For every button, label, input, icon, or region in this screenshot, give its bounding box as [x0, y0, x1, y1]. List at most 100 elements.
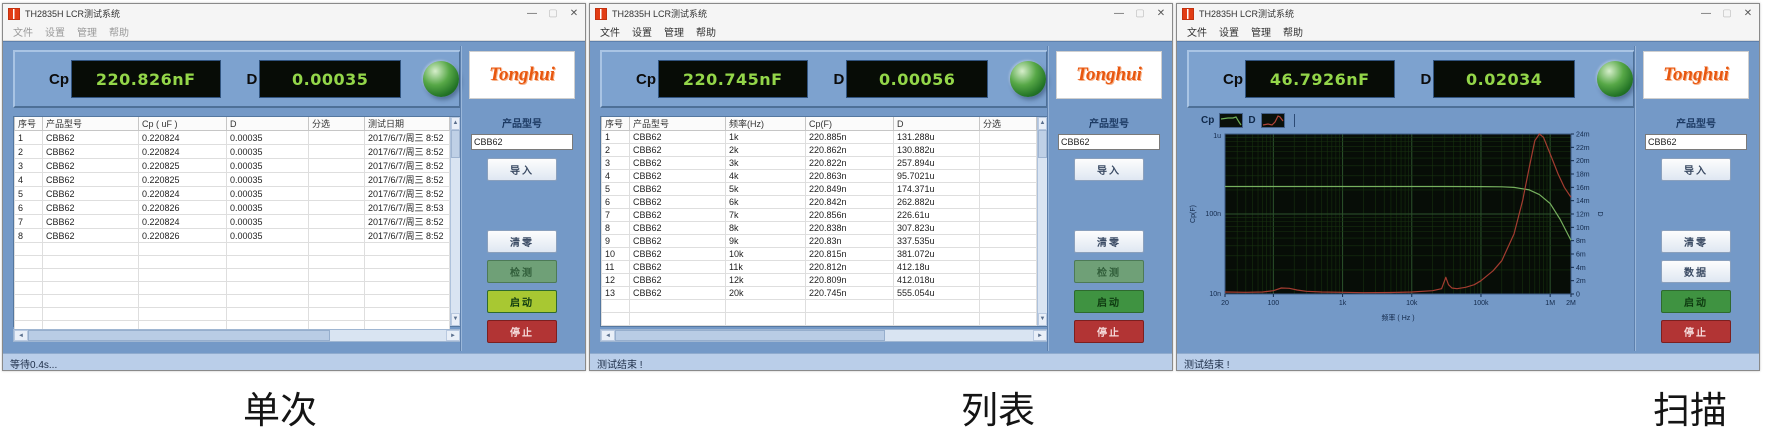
table-row[interactable] — [601, 299, 1037, 313]
scroll-up-icon[interactable]: ▲ — [1038, 117, 1047, 130]
column-header[interactable]: 分选 — [308, 117, 365, 131]
table-row[interactable]: 1 CBB62 0.220824 0.00035 2017/6/7/周三 8:52 — [14, 130, 450, 145]
start-button[interactable]: 启动 — [487, 290, 557, 313]
cp-curve-icon[interactable] — [1219, 113, 1244, 128]
table-row[interactable]: 10 CBB62 10k 220.815n 381.072u — [601, 247, 1037, 261]
column-header[interactable]: 序号 — [14, 117, 43, 131]
menu-help[interactable]: 帮助 — [1277, 24, 1309, 39]
scrollbar-thumb[interactable] — [1038, 130, 1047, 158]
scroll-right-icon[interactable]: ► — [446, 330, 460, 341]
start-button[interactable]: 启动 — [1074, 290, 1144, 313]
table-row[interactable] — [14, 281, 450, 295]
vertical-scrollbar[interactable]: ▲ ▼ — [450, 117, 460, 326]
maximize-icon[interactable]: ▢ — [1134, 8, 1146, 19]
table-row[interactable]: 2 CBB62 2k 220.862n 130.882u — [601, 143, 1037, 157]
scroll-down-icon[interactable]: ▼ — [451, 313, 460, 326]
column-header[interactable]: D — [893, 117, 980, 131]
product-model-input[interactable] — [471, 134, 573, 150]
table-row[interactable] — [14, 307, 450, 321]
zero-button[interactable]: 清零 — [1661, 230, 1731, 253]
close-icon[interactable]: ✕ — [1742, 8, 1754, 19]
tab-cp-label[interactable]: Cp — [1201, 115, 1214, 126]
menu-manage[interactable]: 管理 — [71, 24, 103, 39]
d-curve-icon[interactable] — [1260, 113, 1285, 128]
zero-button[interactable]: 清零 — [1074, 230, 1144, 253]
scrollbar-thumb[interactable] — [28, 330, 330, 341]
table-row[interactable]: 8 CBB62 8k 220.838n 307.823u — [601, 221, 1037, 235]
stop-button[interactable]: 停止 — [1661, 320, 1731, 343]
detect-button[interactable]: 检测 — [487, 260, 557, 283]
table-row[interactable]: 7 CBB62 7k 220.856n 226.61u — [601, 208, 1037, 222]
table-row[interactable] — [601, 312, 1037, 326]
menu-settings[interactable]: 设置 — [39, 24, 71, 39]
zero-button[interactable]: 清零 — [487, 230, 557, 253]
menu-settings[interactable]: 设置 — [1213, 24, 1245, 39]
table-row[interactable] — [14, 242, 450, 256]
table-row[interactable]: 9 CBB62 9k 220.83n 337.535u — [601, 234, 1037, 248]
horizontal-scrollbar[interactable]: ◄ ► — [13, 329, 461, 342]
vertical-scrollbar[interactable]: ▲ ▼ — [1037, 117, 1047, 326]
column-header[interactable]: D — [226, 117, 309, 131]
menu-manage[interactable]: 管理 — [658, 24, 690, 39]
menu-file[interactable]: 文件 — [7, 24, 39, 39]
table-row[interactable]: 7 CBB62 0.220824 0.00035 2017/6/7/周三 8:52 — [14, 214, 450, 229]
table-row[interactable] — [14, 294, 450, 308]
table-row[interactable] — [14, 268, 450, 282]
table-row[interactable]: 3 CBB62 0.220825 0.00035 2017/6/7/周三 8:52 — [14, 158, 450, 173]
product-model-input[interactable] — [1645, 134, 1747, 150]
horizontal-scrollbar[interactable]: ◄ ► — [600, 329, 1048, 342]
menu-settings[interactable]: 设置 — [626, 24, 658, 39]
table-row[interactable]: 4 CBB62 4k 220.863n 95.7021u — [601, 169, 1037, 183]
import-button[interactable]: 导入 — [1074, 158, 1144, 181]
import-button[interactable]: 导入 — [487, 158, 557, 181]
minimize-icon[interactable]: — — [1700, 8, 1712, 19]
scroll-down-icon[interactable]: ▼ — [1038, 313, 1047, 326]
scroll-right-icon[interactable]: ► — [1033, 330, 1047, 341]
table-row[interactable]: 5 CBB62 0.220824 0.00035 2017/6/7/周三 8:52 — [14, 186, 450, 201]
minimize-icon[interactable]: — — [1113, 8, 1125, 19]
table-row[interactable]: 13 CBB62 20k 220.745n 555.054u — [601, 286, 1037, 300]
table-row[interactable]: 5 CBB62 5k 220.849n 174.371u — [601, 182, 1037, 196]
table-row[interactable]: 12 CBB62 12k 220.809n 412.018u — [601, 273, 1037, 287]
menu-help[interactable]: 帮助 — [103, 24, 135, 39]
import-button[interactable]: 导入 — [1661, 158, 1731, 181]
stop-button[interactable]: 停止 — [1074, 320, 1144, 343]
close-icon[interactable]: ✕ — [568, 8, 580, 19]
column-header[interactable]: 分选 — [979, 117, 1037, 131]
table-row[interactable]: 8 CBB62 0.220826 0.00035 2017/6/7/周三 8:52 — [14, 228, 450, 243]
scroll-left-icon[interactable]: ◄ — [14, 330, 28, 341]
scroll-up-icon[interactable]: ▲ — [451, 117, 460, 130]
table-row[interactable]: 3 CBB62 3k 220.822n 257.894u — [601, 156, 1037, 170]
table-row[interactable]: 6 CBB62 0.220826 0.00035 2017/6/7/周三 8:53 — [14, 200, 450, 215]
scroll-left-icon[interactable]: ◄ — [601, 330, 615, 341]
tab-d-label[interactable]: D — [1248, 115, 1255, 126]
column-header[interactable]: 产品型号 — [629, 117, 726, 131]
table-row[interactable]: 1 CBB62 1k 220.885n 131.288u — [601, 130, 1037, 144]
scrollbar-thumb[interactable] — [451, 130, 460, 158]
column-header[interactable]: 测试日期 — [364, 117, 450, 131]
menu-file[interactable]: 文件 — [594, 24, 626, 39]
menu-manage[interactable]: 管理 — [1245, 24, 1277, 39]
product-model-input[interactable] — [1058, 134, 1160, 150]
column-header[interactable]: 产品型号 — [42, 117, 139, 131]
close-icon[interactable]: ✕ — [1155, 8, 1167, 19]
table-row[interactable]: 11 CBB62 11k 220.812n 412.18u — [601, 260, 1037, 274]
scrollbar-thumb[interactable] — [615, 330, 885, 341]
column-header[interactable]: Cp ( uF ) — [138, 117, 227, 131]
data-button[interactable]: 数据 — [1661, 260, 1731, 283]
table-row[interactable]: 6 CBB62 6k 220.842n 262.882u — [601, 195, 1037, 209]
minimize-icon[interactable]: — — [526, 8, 538, 19]
table-row[interactable] — [14, 255, 450, 269]
column-header[interactable]: Cp(F) — [805, 117, 894, 131]
column-header[interactable]: 频率(Hz) — [725, 117, 806, 131]
table-row[interactable]: 4 CBB62 0.220825 0.00035 2017/6/7/周三 8:52 — [14, 172, 450, 187]
menu-file[interactable]: 文件 — [1181, 24, 1213, 39]
column-header[interactable]: 序号 — [601, 117, 630, 131]
menu-help[interactable]: 帮助 — [690, 24, 722, 39]
stop-button[interactable]: 停止 — [487, 320, 557, 343]
detect-button[interactable]: 检测 — [1074, 260, 1144, 283]
table-row[interactable]: 2 CBB62 0.220824 0.00035 2017/6/7/周三 8:52 — [14, 144, 450, 159]
maximize-icon[interactable]: ▢ — [1721, 8, 1733, 19]
start-button[interactable]: 启动 — [1661, 290, 1731, 313]
maximize-icon[interactable]: ▢ — [547, 8, 559, 19]
